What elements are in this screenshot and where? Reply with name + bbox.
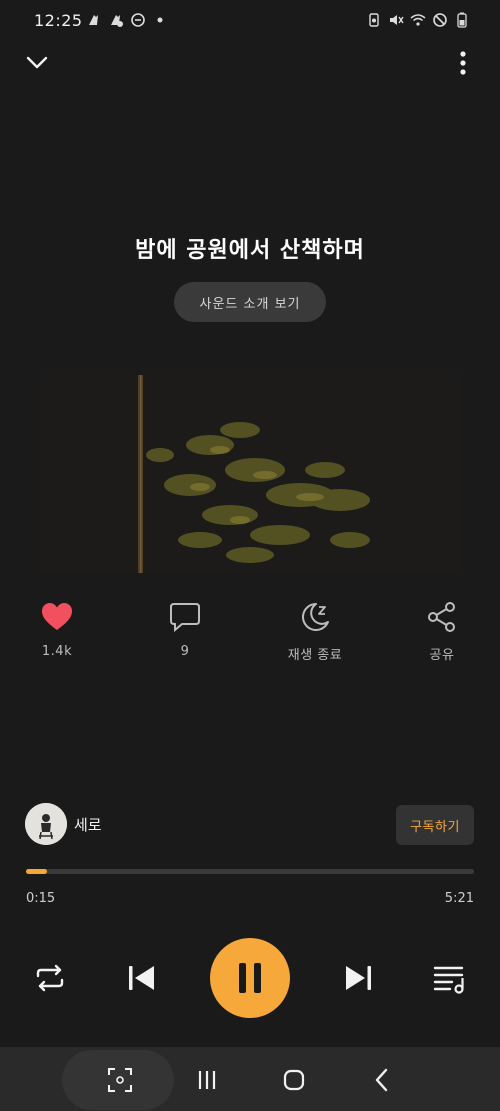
share-icon (428, 602, 455, 632)
sleep-timer-label: 재생 종료 (287, 648, 343, 663)
status-time: 12:25 (34, 11, 83, 30)
creator-name[interactable]: 세로 (74, 814, 102, 835)
cover-artwork (40, 375, 460, 573)
mute-vibrate-icon (390, 15, 404, 25)
share-label: 공유 (429, 648, 455, 663)
playlist-icon (433, 966, 464, 994)
repeat-button[interactable] (32, 960, 68, 996)
battery-saver-icon (369, 13, 379, 27)
collapse-player-button[interactable] (24, 50, 50, 76)
notification-app-icon-2 (111, 15, 123, 27)
scan-frame-icon (108, 1068, 132, 1092)
cover-image (40, 375, 460, 573)
sound-intro-button[interactable]: 사운드 소개 보기 (174, 282, 326, 322)
track-title: 밤에 공원에서 산책하며 (135, 238, 365, 263)
blocked-icon (433, 13, 447, 27)
repeat-icon (36, 964, 64, 992)
share-button[interactable]: 공유 (402, 600, 482, 663)
status-left-icons (86, 12, 168, 28)
sleep-timer-button[interactable]: 재생 종료 (275, 600, 355, 663)
comment-button[interactable]: 9 (145, 600, 225, 659)
comment-count: 9 (180, 644, 190, 659)
progress-fill (26, 869, 48, 874)
recent-apps-icon (198, 1071, 216, 1089)
notification-app-icon (89, 15, 98, 25)
home-button[interactable] (280, 1066, 308, 1094)
home-icon (283, 1069, 305, 1091)
next-button[interactable] (340, 960, 376, 996)
screen-capture-button[interactable] (106, 1066, 134, 1094)
previous-button[interactable] (124, 960, 160, 996)
back-button[interactable] (368, 1066, 396, 1094)
pause-button[interactable] (210, 938, 290, 1018)
creator-avatar[interactable] (25, 803, 67, 845)
status-bar: 12:25 (0, 0, 500, 40)
current-time: 0:15 (26, 891, 56, 906)
status-right-icons (366, 12, 470, 28)
chevron-down-icon (26, 56, 48, 69)
more-options-button[interactable] (452, 50, 474, 76)
battery-icon (457, 12, 467, 28)
like-count: 1.4k (41, 644, 73, 659)
skip-previous-icon (129, 966, 154, 990)
skip-next-icon (346, 966, 371, 990)
pause-icon (239, 963, 261, 993)
total-time: 5:21 (444, 891, 474, 906)
wifi-icon (410, 14, 426, 26)
like-button[interactable]: 1.4k (17, 600, 97, 659)
recent-apps-button[interactable] (193, 1066, 221, 1094)
do-not-disturb-icon (131, 13, 145, 27)
dot-icon (157, 17, 163, 23)
moon-sleep-icon (302, 603, 329, 631)
avatar-image (25, 803, 67, 845)
progress-bar[interactable] (26, 869, 474, 874)
heart-icon (42, 603, 72, 630)
comment-icon (170, 603, 200, 633)
back-chevron-icon (375, 1068, 388, 1092)
playlist-button[interactable] (432, 960, 468, 996)
subscribe-button[interactable]: 구독하기 (396, 805, 474, 845)
more-vertical-icon (460, 51, 466, 75)
